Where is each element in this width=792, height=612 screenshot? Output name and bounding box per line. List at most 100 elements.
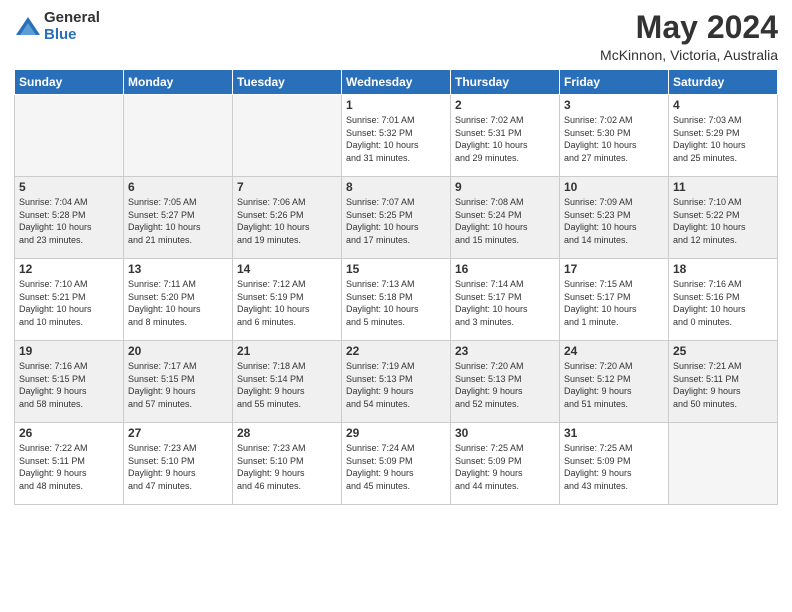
calendar-cell: 14 Sunrise: 7:12 AMSunset: 5:19 PMDayligh… — [233, 259, 342, 341]
day-info: Sunrise: 7:03 AMSunset: 5:29 PMDaylight:… — [673, 114, 773, 164]
calendar-cell: 9 Sunrise: 7:08 AMSunset: 5:24 PMDaylight… — [451, 177, 560, 259]
day-number: 26 — [19, 426, 119, 440]
calendar-cell: 31 Sunrise: 7:25 AMSunset: 5:09 PMDayligh… — [560, 423, 669, 505]
day-info: Sunrise: 7:04 AMSunset: 5:28 PMDaylight:… — [19, 196, 119, 246]
logo-blue-label: Blue — [44, 27, 100, 44]
calendar-cell: 19Sunrise: 7:16 AMSunset: 5:15 PMDayligh… — [15, 341, 124, 423]
day-info: Sunrise: 7:14 AMSunset: 5:17 PMDaylight:… — [455, 278, 555, 328]
day-number: 13 — [128, 262, 228, 276]
day-number: 27 — [128, 426, 228, 440]
logo: General Blue — [14, 10, 100, 43]
header-friday: Friday — [560, 70, 669, 95]
calendar-cell: 25 Sunrise: 7:21 AMSunset: 5:11 PMDayligh… — [669, 341, 778, 423]
calendar-cell: 21 Sunrise: 7:18 AMSunset: 5:14 PMDayligh… — [233, 341, 342, 423]
calendar-cell: 27 Sunrise: 7:23 AMSunset: 5:10 PMDayligh… — [124, 423, 233, 505]
calendar-week-row-3: 12 Sunrise: 7:10 AMSunset: 5:21 PMDayligh… — [15, 259, 778, 341]
day-number: 12 — [19, 262, 119, 276]
day-info: Sunrise: 7:23 AMSunset: 5:10 PMDaylight:… — [128, 442, 228, 492]
day-number: 21 — [237, 344, 337, 358]
calendar-cell: 10 Sunrise: 7:09 AMSunset: 5:23 PMDayligh… — [560, 177, 669, 259]
calendar-cell: 8Sunrise: 7:07 AMSunset: 5:25 PMDaylight… — [342, 177, 451, 259]
day-number: 6 — [128, 180, 228, 194]
calendar-cell: 4 Sunrise: 7:03 AMSunset: 5:29 PMDaylight… — [669, 95, 778, 177]
day-number: 10 — [564, 180, 664, 194]
logo-icon — [14, 13, 42, 41]
calendar-table: Sunday Monday Tuesday Wednesday Thursday… — [14, 69, 778, 505]
day-number: 18 — [673, 262, 773, 276]
day-info: Sunrise: 7:24 AMSunset: 5:09 PMDaylight:… — [346, 442, 446, 492]
logo-text: General Blue — [44, 10, 100, 43]
day-info: Sunrise: 7:20 AMSunset: 5:13 PMDaylight:… — [455, 360, 555, 410]
day-info: Sunrise: 7:10 AMSunset: 5:21 PMDaylight:… — [19, 278, 119, 328]
day-info: Sunrise: 7:22 AMSunset: 5:11 PMDaylight:… — [19, 442, 119, 492]
day-number: 5 — [19, 180, 119, 194]
day-number: 8 — [346, 180, 446, 194]
day-info: Sunrise: 7:02 AMSunset: 5:31 PMDaylight:… — [455, 114, 555, 164]
day-info: Sunrise: 7:25 AMSunset: 5:09 PMDaylight:… — [564, 442, 664, 492]
calendar-cell: 5 Sunrise: 7:04 AMSunset: 5:28 PMDaylight… — [15, 177, 124, 259]
page: General Blue May 2024 McKinnon, Victoria… — [0, 0, 792, 612]
logo-general-label: General — [44, 10, 100, 27]
month-title: May 2024 — [600, 10, 778, 45]
calendar-cell: 26 Sunrise: 7:22 AMSunset: 5:11 PMDayligh… — [15, 423, 124, 505]
calendar-cell: 3 Sunrise: 7:02 AMSunset: 5:30 PMDaylight… — [560, 95, 669, 177]
day-number: 20 — [128, 344, 228, 358]
day-info: Sunrise: 7:21 AMSunset: 5:11 PMDaylight:… — [673, 360, 773, 410]
calendar-cell: 13 Sunrise: 7:11 AMSunset: 5:20 PMDayligh… — [124, 259, 233, 341]
calendar-cell — [15, 95, 124, 177]
day-info: Sunrise: 7:16 AMSunset: 5:16 PMDaylight:… — [673, 278, 773, 328]
header-tuesday: Tuesday — [233, 70, 342, 95]
day-info: Sunrise: 7:12 AMSunset: 5:19 PMDaylight:… — [237, 278, 337, 328]
calendar-cell: 30 Sunrise: 7:25 AMSunset: 5:09 PMDayligh… — [451, 423, 560, 505]
calendar-cell: 11 Sunrise: 7:10 AMSunset: 5:22 PMDayligh… — [669, 177, 778, 259]
calendar-cell: 24Sunrise: 7:20 AMSunset: 5:12 PMDayligh… — [560, 341, 669, 423]
calendar-week-row-1: 1Sunrise: 7:01 AMSunset: 5:32 PMDaylight… — [15, 95, 778, 177]
day-info: Sunrise: 7:08 AMSunset: 5:24 PMDaylight:… — [455, 196, 555, 246]
calendar-cell — [233, 95, 342, 177]
day-info: Sunrise: 7:20 AMSunset: 5:12 PMDaylight:… — [564, 360, 664, 410]
calendar-cell: 20Sunrise: 7:17 AMSunset: 5:15 PMDayligh… — [124, 341, 233, 423]
day-info: Sunrise: 7:02 AMSunset: 5:30 PMDaylight:… — [564, 114, 664, 164]
calendar-cell: 23Sunrise: 7:20 AMSunset: 5:13 PMDayligh… — [451, 341, 560, 423]
day-number: 17 — [564, 262, 664, 276]
header: General Blue May 2024 McKinnon, Victoria… — [14, 10, 778, 63]
calendar-cell: 28Sunrise: 7:23 AMSunset: 5:10 PMDayligh… — [233, 423, 342, 505]
calendar-cell: 6Sunrise: 7:05 AMSunset: 5:27 PMDaylight… — [124, 177, 233, 259]
day-number: 11 — [673, 180, 773, 194]
day-number: 9 — [455, 180, 555, 194]
title-block: May 2024 McKinnon, Victoria, Australia — [600, 10, 778, 63]
calendar-cell: 1Sunrise: 7:01 AMSunset: 5:32 PMDaylight… — [342, 95, 451, 177]
day-number: 25 — [673, 344, 773, 358]
header-thursday: Thursday — [451, 70, 560, 95]
header-sunday: Sunday — [15, 70, 124, 95]
day-number: 3 — [564, 98, 664, 112]
day-number: 29 — [346, 426, 446, 440]
day-info: Sunrise: 7:25 AMSunset: 5:09 PMDaylight:… — [455, 442, 555, 492]
day-info: Sunrise: 7:15 AMSunset: 5:17 PMDaylight:… — [564, 278, 664, 328]
day-info: Sunrise: 7:18 AMSunset: 5:14 PMDaylight:… — [237, 360, 337, 410]
calendar-week-row-5: 26 Sunrise: 7:22 AMSunset: 5:11 PMDayligh… — [15, 423, 778, 505]
day-number: 4 — [673, 98, 773, 112]
day-number: 16 — [455, 262, 555, 276]
header-wednesday: Wednesday — [342, 70, 451, 95]
day-number: 30 — [455, 426, 555, 440]
calendar-cell: 2Sunrise: 7:02 AMSunset: 5:31 PMDaylight… — [451, 95, 560, 177]
day-info: Sunrise: 7:11 AMSunset: 5:20 PMDaylight:… — [128, 278, 228, 328]
header-saturday: Saturday — [669, 70, 778, 95]
day-number: 31 — [564, 426, 664, 440]
calendar-cell: 18 Sunrise: 7:16 AMSunset: 5:16 PMDayligh… — [669, 259, 778, 341]
calendar-week-row-4: 19Sunrise: 7:16 AMSunset: 5:15 PMDayligh… — [15, 341, 778, 423]
calendar-header-row: Sunday Monday Tuesday Wednesday Thursday… — [15, 70, 778, 95]
day-info: Sunrise: 7:06 AMSunset: 5:26 PMDaylight:… — [237, 196, 337, 246]
day-number: 14 — [237, 262, 337, 276]
day-info: Sunrise: 7:10 AMSunset: 5:22 PMDaylight:… — [673, 196, 773, 246]
calendar-cell: 17 Sunrise: 7:15 AMSunset: 5:17 PMDayligh… — [560, 259, 669, 341]
day-info: Sunrise: 7:09 AMSunset: 5:23 PMDaylight:… — [564, 196, 664, 246]
calendar-cell: 7Sunrise: 7:06 AMSunset: 5:26 PMDaylight… — [233, 177, 342, 259]
calendar-cell: 12 Sunrise: 7:10 AMSunset: 5:21 PMDayligh… — [15, 259, 124, 341]
day-number: 1 — [346, 98, 446, 112]
calendar-cell: 29 Sunrise: 7:24 AMSunset: 5:09 PMDayligh… — [342, 423, 451, 505]
day-info: Sunrise: 7:16 AMSunset: 5:15 PMDaylight:… — [19, 360, 119, 410]
calendar-cell — [124, 95, 233, 177]
calendar-cell — [669, 423, 778, 505]
